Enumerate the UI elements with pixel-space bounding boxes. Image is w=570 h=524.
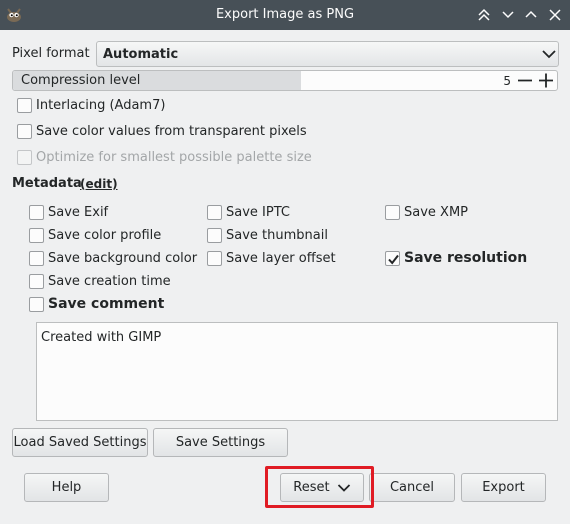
compression-level-spinscale[interactable]: Compression level 5 <box>12 70 558 91</box>
help-label: Help <box>51 480 82 495</box>
load-saved-settings-label: Load Saved Settings <box>13 435 147 450</box>
compression-level-label: Compression level <box>21 73 141 88</box>
optimize-palette-label: Optimize for smallest possible palette s… <box>36 150 312 165</box>
save-color-profile-checkbox[interactable] <box>29 228 44 243</box>
save-thumbnail-label: Save thumbnail <box>226 228 328 243</box>
pixel-format-label: Pixel format <box>12 46 90 61</box>
comment-textarea[interactable]: Created with GIMP <box>36 322 558 421</box>
transparent-pixels-label: Save color values from transparent pixel… <box>36 124 307 139</box>
save-iptc-label: Save IPTC <box>226 205 290 220</box>
checkmark-icon <box>388 254 399 265</box>
close-icon[interactable] <box>545 5 565 25</box>
save-creation-time-label: Save creation time <box>48 274 171 289</box>
title-bar: Export Image as PNG <box>0 0 570 30</box>
chevron-down-icon <box>542 48 556 64</box>
interlacing-checkbox[interactable] <box>17 98 32 113</box>
save-layer-offset-checkbox[interactable] <box>207 251 222 266</box>
optimize-palette-checkbox <box>17 150 32 165</box>
save-creation-time-checkbox[interactable] <box>29 274 44 289</box>
reset-highlight-box <box>265 466 374 508</box>
maximize-icon[interactable] <box>521 5 541 25</box>
load-saved-settings-button[interactable]: Load Saved Settings <box>12 428 148 457</box>
help-button[interactable]: Help <box>24 473 109 502</box>
save-iptc-checkbox[interactable] <box>207 205 222 220</box>
save-comment-checkbox[interactable] <box>29 297 44 312</box>
save-xmp-checkbox[interactable] <box>385 205 400 220</box>
save-thumbnail-checkbox[interactable] <box>207 228 222 243</box>
save-settings-button[interactable]: Save Settings <box>153 428 288 457</box>
save-resolution-label: Save resolution <box>404 250 528 266</box>
keep-above-icon[interactable] <box>474 5 494 25</box>
save-xmp-label: Save XMP <box>404 205 469 220</box>
save-settings-label: Save Settings <box>175 435 266 450</box>
minimize-icon[interactable] <box>498 5 518 25</box>
pixel-format-select[interactable]: Automatic <box>96 41 559 67</box>
decrease-icon[interactable] <box>515 71 535 90</box>
save-exif-checkbox[interactable] <box>29 205 44 220</box>
save-resolution-checkbox[interactable] <box>385 251 400 266</box>
metadata-edit-link[interactable]: (edit) <box>80 177 118 191</box>
export-label: Export <box>482 480 525 495</box>
comment-text: Created with GIMP <box>41 330 162 345</box>
compression-level-value: 5 <box>503 74 511 88</box>
save-layer-offset-label: Save layer offset <box>226 251 336 266</box>
export-button[interactable]: Export <box>461 473 546 502</box>
interlacing-label: Interlacing (Adam7) <box>36 98 166 113</box>
transparent-pixels-checkbox[interactable] <box>17 124 32 139</box>
save-color-profile-label: Save color profile <box>48 228 162 243</box>
cancel-button[interactable]: Cancel <box>369 473 455 502</box>
increase-icon[interactable] <box>536 71 556 90</box>
save-background-color-checkbox[interactable] <box>29 251 44 266</box>
save-exif-label: Save Exif <box>48 205 109 220</box>
save-comment-label: Save comment <box>48 296 165 312</box>
pixel-format-value: Automatic <box>103 47 179 62</box>
metadata-heading: Metadata <box>12 176 82 191</box>
cancel-label: Cancel <box>389 480 435 495</box>
save-background-color-label: Save background color <box>48 251 198 266</box>
